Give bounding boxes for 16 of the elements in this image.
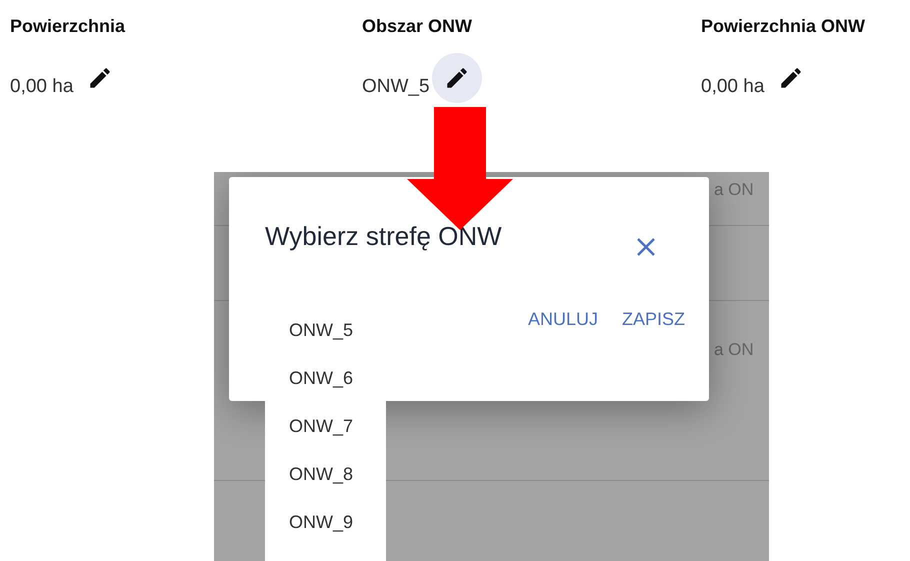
dropdown-option[interactable]: ONW_8 (265, 454, 386, 502)
dialog-button[interactable]: ZAPISZ (622, 309, 685, 330)
field-label: Powierzchnia (10, 15, 126, 38)
table-cell: a ON (714, 180, 754, 200)
dialog-button[interactable]: ANULUJ (528, 309, 598, 330)
dialog-title: Wybierz strefę ONW (265, 220, 502, 252)
table-cell: a ON (714, 340, 754, 360)
dropdown-option[interactable]: ONW_5 (265, 310, 386, 358)
field-label: Powierzchnia ONW (701, 15, 866, 38)
field-value: 0,00 ha (10, 76, 74, 98)
dropdown-option[interactable]: ONW_7 (265, 406, 386, 454)
field-value: 0,00 ha (701, 76, 764, 98)
dropdown-option[interactable]: ONW_9 (265, 502, 386, 550)
field-value: ONW_5 (362, 76, 430, 98)
field-label: Obszar ONW (362, 15, 474, 38)
dropdown-option[interactable]: ONW_6 (265, 358, 386, 406)
